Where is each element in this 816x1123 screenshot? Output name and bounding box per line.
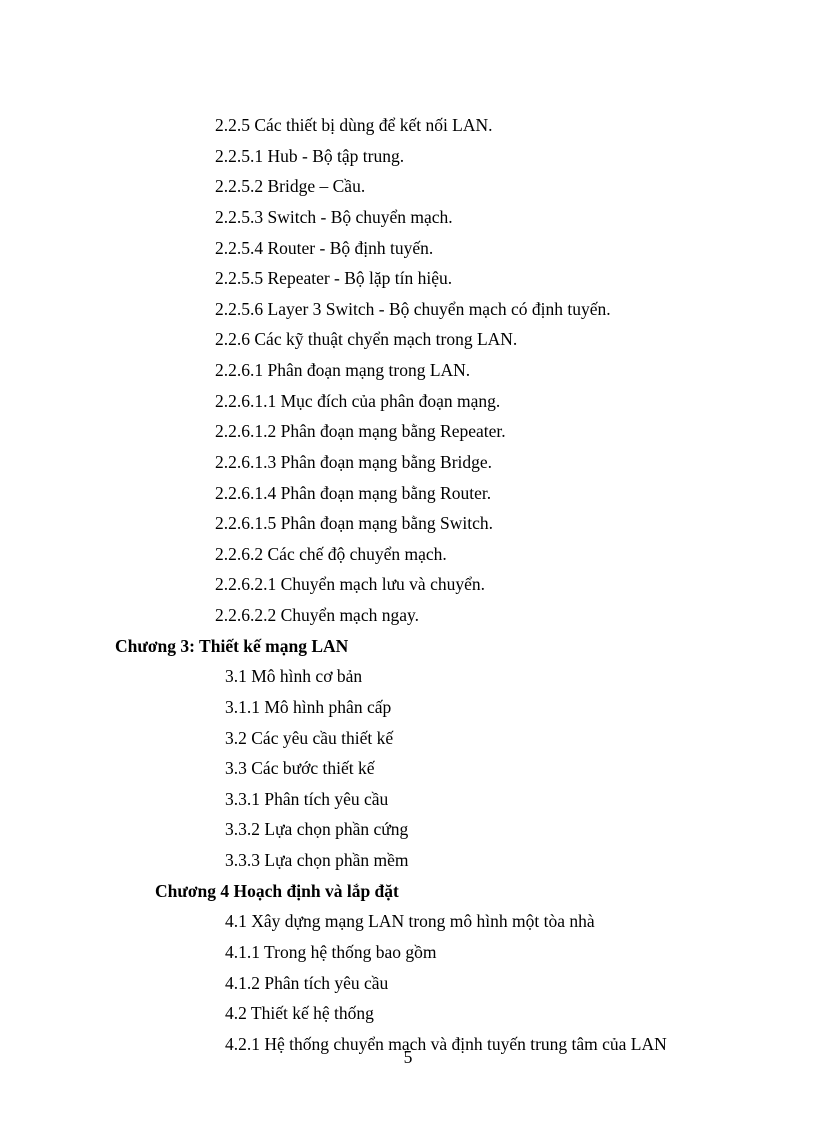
toc-line: 2.2.6.1.3 Phân đoạn mạng bằng Bridge. (115, 447, 736, 478)
toc-line: 2.2.5.3 Switch - Bộ chuyển mạch. (115, 202, 736, 233)
toc-line: 2.2.6.2 Các chế độ chuyển mạch. (115, 539, 736, 570)
table-of-contents: 2.2.5 Các thiết bị dùng để kết nối LAN.2… (115, 110, 736, 1059)
toc-line: 2.2.6.1.1 Mục đích của phân đoạn mạng. (115, 386, 736, 417)
toc-line: 3.3.3 Lựa chọn phần mềm (115, 845, 736, 876)
toc-line: 3.3.1 Phân tích yêu cầu (115, 784, 736, 815)
page-number: 5 (0, 1047, 816, 1068)
toc-line: 2.2.6 Các kỹ thuật chyển mạch trong LAN. (115, 324, 736, 355)
toc-line: 2.2.6.2.1 Chuyển mạch lưu và chuyển. (115, 569, 736, 600)
toc-line: 2.2.6.1.5 Phân đoạn mạng bằng Switch. (115, 508, 736, 539)
toc-line: 4.1.1 Trong hệ thống bao gồm (115, 937, 736, 968)
toc-line: 2.2.6.1.2 Phân đoạn mạng bằng Repeater. (115, 416, 736, 447)
toc-line: 4.2 Thiết kế hệ thống (115, 998, 736, 1029)
toc-line: 2.2.5.5 Repeater - Bộ lặp tín hiệu. (115, 263, 736, 294)
toc-line: 2.2.5.4 Router - Bộ định tuyến. (115, 233, 736, 264)
toc-line: Chương 3: Thiết kế mạng LAN (115, 631, 736, 662)
toc-line: 2.2.5.2 Bridge – Cầu. (115, 171, 736, 202)
toc-line: 4.1 Xây dựng mạng LAN trong mô hình một … (115, 906, 736, 937)
toc-line: 2.2.6.1 Phân đoạn mạng trong LAN. (115, 355, 736, 386)
toc-line: 3.2 Các yêu cầu thiết kế (115, 723, 736, 754)
toc-line: 2.2.5 Các thiết bị dùng để kết nối LAN. (115, 110, 736, 141)
toc-line: 2.2.5.6 Layer 3 Switch - Bộ chuyển mạch … (115, 294, 736, 325)
toc-line: 2.2.6.1.4 Phân đoạn mạng bằng Router. (115, 478, 736, 509)
toc-line: 3.3.2 Lựa chọn phần cứng (115, 814, 736, 845)
toc-line: 2.2.5.1 Hub - Bộ tập trung. (115, 141, 736, 172)
toc-line: 3.1 Mô hình cơ bản (115, 661, 736, 692)
toc-line: 3.3 Các bước thiết kế (115, 753, 736, 784)
toc-line: 4.1.2 Phân tích yêu cầu (115, 968, 736, 999)
toc-line: 3.1.1 Mô hình phân cấp (115, 692, 736, 723)
toc-line: 2.2.6.2.2 Chuyển mạch ngay. (115, 600, 736, 631)
toc-line: Chương 4 Hoạch định và lắp đặt (115, 876, 736, 907)
